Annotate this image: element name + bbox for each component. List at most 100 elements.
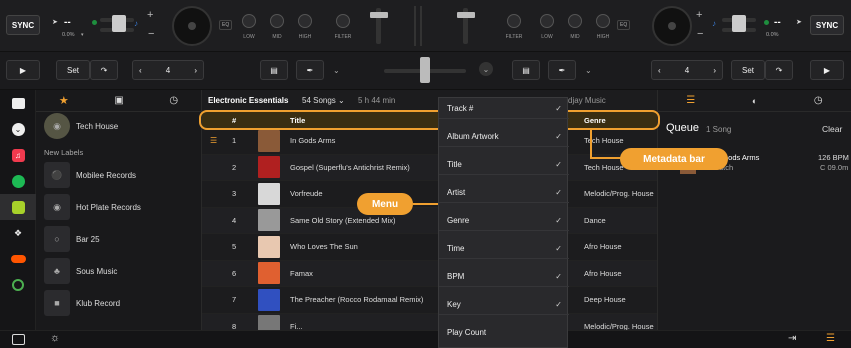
knob-high-right[interactable] [596,14,610,28]
table-row[interactable]: 6 Famax Afro House [202,260,657,287]
eq-toggle-left[interactable]: EQ [219,20,233,30]
loop-back-button-right[interactable]: ↷ [765,60,793,80]
menu-item[interactable]: Time ✓ [447,244,562,253]
set-button-right[interactable]: Set [731,60,765,80]
chevron-left-icon[interactable]: ‹ [658,66,661,75]
knob-mid-right[interactable] [568,14,582,28]
pitch-fader-handle-right[interactable] [732,15,746,32]
history-icon[interactable]: ▣ [114,95,123,106]
chevron-down-icon[interactable]: ⌄ [333,66,340,75]
queue-list-icon[interactable]: ☰ [826,333,835,344]
table-row[interactable]: ☰ 1 In Gods Arms Tech House [202,128,657,155]
play-button-right[interactable]: ▶ [810,60,844,80]
menu-item[interactable]: Genre ✓ [447,216,562,225]
menu-item[interactable]: Album Artwork ✓ [447,132,562,141]
sidebar-item-bar25[interactable]: ○ Bar 25 [36,223,201,255]
pipette-icon[interactable]: ✒ [548,60,576,80]
sync-button-right[interactable]: SYNC [810,15,844,35]
camera-icon[interactable] [0,90,36,116]
knob-low-left[interactable] [242,14,256,28]
spotify-icon[interactable] [0,168,36,194]
chevron-down-icon[interactable]: ▾ [81,32,84,38]
queue-add-icon[interactable]: ⇥ [788,333,796,344]
chevron-down-icon[interactable]: ⌄ [585,66,592,75]
table-row[interactable]: 2 Gospel (Superflu's Antichrist Remix) Tec… [202,154,657,181]
clock-icon[interactable]: ◷ [814,95,823,106]
loop-back-button-left[interactable]: ↷ [90,60,118,80]
menu-item[interactable]: Title ✓ [447,160,562,169]
list-icon[interactable]: ☰ [686,95,695,106]
star-icon[interactable]: ★ [59,94,69,107]
table-row[interactable]: 4 Same Old Story (Extended Mix) Dance [202,207,657,234]
menu-item[interactable]: Artist ✓ [447,188,562,197]
toggle-icon[interactable]: ◐ [752,96,757,106]
pitch-fader-handle[interactable] [112,15,126,32]
knob-mid-left[interactable] [270,14,284,28]
knob-filter-left[interactable] [336,14,350,28]
label-logo: ◉ [44,194,70,220]
export-icon[interactable] [12,334,25,345]
minus-icon[interactable]: − [148,28,154,40]
table-row[interactable]: 5 Who Loves The Sun Afro House [202,234,657,261]
track-number: 6 [232,268,237,278]
turntable-right[interactable] [652,6,692,46]
chevron-right-icon[interactable]: › [713,66,716,75]
track-number: 4 [232,215,237,225]
sidebar-item-hot-plate[interactable]: ◉ Hot Plate Records [36,191,201,223]
track-number: 7 [232,295,237,305]
soundcloud-icon[interactable] [0,246,36,272]
channel-fader-handle-left[interactable] [370,12,388,18]
set-button-left[interactable]: Set [56,60,90,80]
track-genre: Afro House [584,242,622,252]
plus-icon[interactable]: + [696,9,702,21]
chevron-left-icon[interactable]: ‹ [139,66,142,75]
tidal-icon[interactable]: ❖ [0,220,36,246]
knob-label: FILTER [505,34,523,40]
playlist-song-count[interactable]: 54 Songs ⌄ [302,96,345,105]
piano-icon[interactable]: ▤ [260,60,288,80]
eq-toggle-right[interactable]: EQ [617,20,631,30]
piano-icon[interactable]: ▤ [512,60,540,80]
table-row[interactable]: 7 The Preacher (Rocco Rodamaal Remix) Deep… [202,287,657,314]
beatsource-icon[interactable] [0,272,36,298]
loop-stepper-right[interactable]: ‹ 4 › [651,60,723,80]
sync-button-left[interactable]: SYNC [6,15,40,35]
sidebar-item-klub[interactable]: ■ Klub Record [36,287,201,319]
menu-item[interactable]: BPM ✓ [447,272,562,281]
sidebar: ★ ▣ ◷ ◉ Tech House New Labels ⚫ Mobilee … [36,90,202,330]
knob-low-right[interactable] [540,14,554,28]
sidebar-item-mobilee[interactable]: ⚫ Mobilee Records [36,159,201,191]
sidebar-item-sous[interactable]: ♣ Sous Music [36,255,201,287]
clock-icon[interactable]: ◷ [169,95,178,106]
chevron-right-icon[interactable]: › [194,66,197,75]
knob-label: FILTER [334,34,352,40]
menu-item[interactable]: Track # ✓ [447,104,562,113]
loop-stepper-left[interactable]: ‹ 4 › [132,60,204,80]
menu-item[interactable]: Key ✓ [447,300,562,309]
pipette-icon[interactable]: ✒ [296,60,324,80]
channel-fader-handle-right[interactable] [457,12,475,18]
chevron-down-icon[interactable]: ⌄ [479,62,493,76]
sidebar-item-label: Bar 25 [76,234,100,244]
queue-item-key: C 09.0m [820,163,849,172]
beatport-icon[interactable] [0,194,36,220]
apple-music-icon[interactable]: ♫ [0,142,36,168]
sidebar-item-tech-house[interactable]: ◉ Tech House [36,112,201,140]
chevron-down-icon[interactable]: ⌄ [0,116,36,142]
plus-icon[interactable]: + [147,9,153,21]
minus-icon[interactable]: − [697,28,703,40]
knob-filter-right[interactable] [507,14,521,28]
knob-high-left[interactable] [298,14,312,28]
settings-icon[interactable]: ☼ [50,332,60,344]
metadata-bar-highlight [199,110,660,130]
menu-divider [439,202,569,203]
queue-item-bpm: 126 BPM [818,153,849,162]
chevron-down-icon: ⌄ [338,96,345,105]
search-input[interactable]: djay Music [568,96,606,105]
turntable-left[interactable] [172,6,212,46]
crossfader-handle[interactable] [420,57,430,83]
clear-button[interactable]: Clear [822,124,842,134]
play-button-left[interactable]: ▶ [6,60,40,80]
menu-item[interactable]: Play Count [447,328,562,337]
bottom-bar: ☼ ⇥ ☰ [0,330,851,348]
